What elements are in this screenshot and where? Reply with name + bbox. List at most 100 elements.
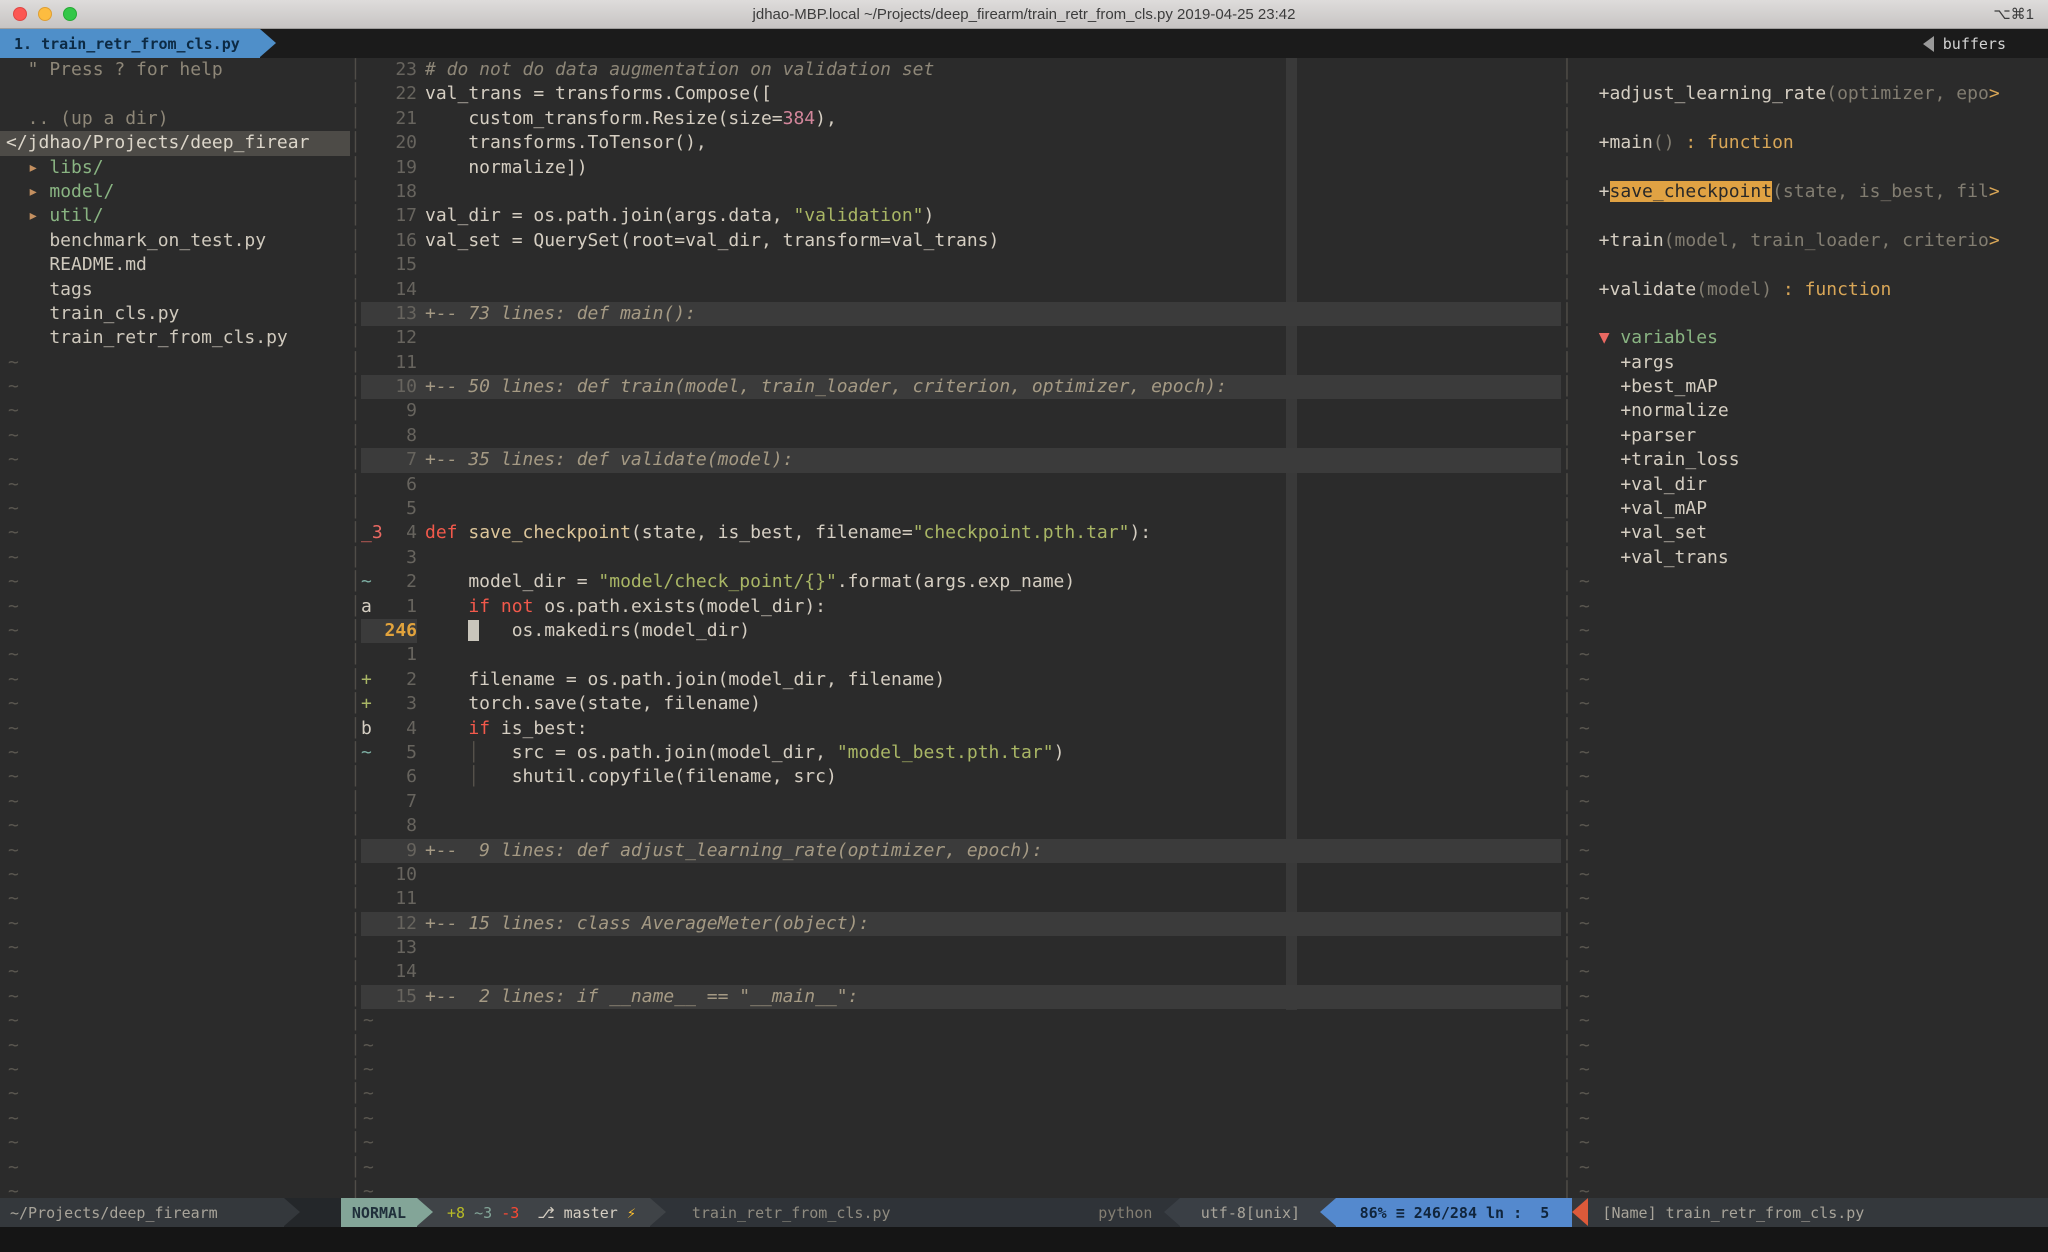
code-line[interactable]: 21 custom_transform.Resize(size=384), xyxy=(361,107,1561,131)
tagbar-var-args[interactable]: +args xyxy=(1573,351,2048,375)
code-line[interactable]: 8 xyxy=(361,814,1561,838)
tagbar-blank xyxy=(1573,253,2048,277)
folded-line[interactable]: 9+-- 9 lines: def adjust_learning_rate(o… xyxy=(361,839,1561,863)
tagbar-var-normalize[interactable]: +normalize xyxy=(1573,399,2048,423)
zoom-button[interactable] xyxy=(63,7,77,21)
empty-line-tilde: ~ xyxy=(1573,839,2048,863)
nerdtree-file-benchmark[interactable]: benchmark_on_test.py xyxy=(0,229,350,253)
code-line[interactable]: 3 xyxy=(361,546,1561,570)
empty-line-tilde: ~ xyxy=(0,570,350,594)
folded-line[interactable]: 10+-- 50 lines: def train(model, train_l… xyxy=(361,375,1561,399)
window-separator-glyph: │ xyxy=(1561,717,1573,741)
empty-line-tilde: ~ xyxy=(0,985,350,1009)
code-line[interactable]: 13 xyxy=(361,936,1561,960)
code-line[interactable]: 18 xyxy=(361,180,1561,204)
code-line[interactable]: 14 xyxy=(361,278,1561,302)
code-line[interactable]: 1 xyxy=(361,643,1561,667)
code-line[interactable]: ~5 │ src = os.path.join(model_dir, "mode… xyxy=(361,741,1561,765)
code-line[interactable]: ~2 model_dir = "model/check_point/{}".fo… xyxy=(361,570,1561,594)
code-line[interactable]: 10 xyxy=(361,863,1561,887)
nerdtree-help-text: " Press ? for help xyxy=(0,58,350,82)
code-line[interactable]: b4 if is_best: xyxy=(361,717,1561,741)
empty-line-tilde: ~ xyxy=(0,497,350,521)
window-separator-glyph: │ xyxy=(1561,473,1573,497)
code-line[interactable]: 12 xyxy=(361,326,1561,350)
code-line[interactable]: 11 xyxy=(361,351,1561,375)
tagbar-var-val-set[interactable]: +val_set xyxy=(1573,521,2048,545)
code-line[interactable]: 19 normalize]) xyxy=(361,156,1561,180)
nerdtree-dir-util[interactable]: ▸ util/ xyxy=(0,204,350,228)
code-line[interactable]: +2 filename = os.path.join(model_dir, fi… xyxy=(361,668,1561,692)
window-separator-glyph: │ xyxy=(350,1131,361,1155)
powerline-separator xyxy=(1164,1198,1180,1227)
tab-active[interactable]: 1. train_retr_from_cls.py xyxy=(0,29,260,58)
code-line[interactable]: 15 xyxy=(361,253,1561,277)
window-separator-glyph: │ xyxy=(1561,668,1573,692)
nerdtree-file-readme[interactable]: README.md xyxy=(0,253,350,277)
nerdtree-file-tags[interactable]: tags xyxy=(0,278,350,302)
editor-window: 23# do not do data augmentation on valid… xyxy=(361,58,1561,1198)
code-line[interactable]: 246 os.makedirs(model_dir) xyxy=(361,619,1561,643)
code-line[interactable]: _34def save_checkpoint(state, is_best, f… xyxy=(361,521,1561,545)
code-line[interactable]: a1 if not os.path.exists(model_dir): xyxy=(361,595,1561,619)
code-line[interactable]: 7 xyxy=(361,790,1561,814)
window-separator-glyph: │ xyxy=(1561,82,1573,106)
folded-line[interactable]: 15+-- 2 lines: if __name__ == "__main__"… xyxy=(361,985,1561,1009)
window-separator-glyph: │ xyxy=(350,863,361,887)
chevron-left-icon xyxy=(1923,36,1934,52)
empty-line-tilde: ~ xyxy=(0,668,350,692)
empty-line-tilde: ~ xyxy=(0,448,350,472)
nerdtree-file-train-retr[interactable]: train_retr_from_cls.py xyxy=(0,326,350,350)
nerdtree-dir-model[interactable]: ▸ model/ xyxy=(0,180,350,204)
tagbar-tag-adjust-learning-rate[interactable]: +adjust_learning_rate(optimizer, epo> xyxy=(1573,82,2048,106)
code-line[interactable]: 11 xyxy=(361,887,1561,911)
tagbar-tag-main[interactable]: +main() : function xyxy=(1573,131,2048,155)
tagbar-var-train-loss[interactable]: +train_loss xyxy=(1573,448,2048,472)
tagbar-var-val-dir[interactable]: +val_dir xyxy=(1573,473,2048,497)
empty-line-tilde: ~ xyxy=(1573,668,2048,692)
code-line[interactable]: 9 xyxy=(361,399,1561,423)
window-separator-glyph: │ xyxy=(1561,375,1573,399)
folded-line[interactable]: 13+-- 73 lines: def main(): xyxy=(361,302,1561,326)
code-line[interactable]: 16val_set = QuerySet(root=val_dir, trans… xyxy=(361,229,1561,253)
code-line[interactable]: 17val_dir = os.path.join(args.data, "val… xyxy=(361,204,1561,228)
window-separator-glyph: │ xyxy=(1561,521,1573,545)
empty-line-tilde: ~ xyxy=(0,960,350,984)
tagbar-tag-validate[interactable]: +validate(model) : function xyxy=(1573,278,2048,302)
nerdtree-dir-libs[interactable]: ▸ libs/ xyxy=(0,156,350,180)
code-line[interactable]: 20 transforms.ToTensor(), xyxy=(361,131,1561,155)
tagbar-tag-train[interactable]: +train(model, train_loader, criterio> xyxy=(1573,229,2048,253)
code-line[interactable]: 6 xyxy=(361,473,1561,497)
code-line[interactable]: 22val_trans = transforms.Compose([ xyxy=(361,82,1561,106)
empty-line-tilde: ~ xyxy=(0,351,350,375)
close-button[interactable] xyxy=(13,7,27,21)
empty-line-tilde: ~ xyxy=(0,521,350,545)
window-separator-glyph: │ xyxy=(350,1082,361,1106)
window-separator-glyph: │ xyxy=(1561,107,1573,131)
code-line[interactable]: 5 xyxy=(361,497,1561,521)
empty-line-tilde: ~ xyxy=(1573,1107,2048,1131)
empty-line-tilde: ~ xyxy=(1573,1156,2048,1180)
window-separator-glyph: │ xyxy=(350,375,361,399)
tagbar-tag-save-checkpoint[interactable]: +save_checkpoint(state, is_best, fil> xyxy=(1573,180,2048,204)
code-line[interactable]: +3 torch.save(state, filename) xyxy=(361,692,1561,716)
code-line[interactable]: 14 xyxy=(361,960,1561,984)
tagbar-var-val-trans[interactable]: +val_trans xyxy=(1573,546,2048,570)
tagbar-var-val-map[interactable]: +val_mAP xyxy=(1573,497,2048,521)
minimize-button[interactable] xyxy=(38,7,52,21)
code-line[interactable]: 23# do not do data augmentation on valid… xyxy=(361,58,1561,82)
nerdtree-file-train-cls[interactable]: train_cls.py xyxy=(0,302,350,326)
folded-line[interactable]: 12+-- 15 lines: class AverageMeter(objec… xyxy=(361,912,1561,936)
statusline: ~/Projects/deep_firearmNORMAL+8 ~3 -3 ⎇ … xyxy=(0,1198,2048,1227)
nerdtree-root[interactable]: </jdhao/Projects/deep_firear xyxy=(0,131,350,155)
encoding-segment: utf-8[unix] xyxy=(1180,1198,1320,1227)
empty-line-tilde: ~ xyxy=(0,839,350,863)
empty-line-tilde: ~ xyxy=(0,1180,350,1198)
tagbar-scope-variables[interactable]: ▼ variables xyxy=(1573,326,2048,350)
folded-line[interactable]: 7+-- 35 lines: def validate(model): xyxy=(361,448,1561,472)
code-line[interactable]: 8 xyxy=(361,424,1561,448)
nerdtree-updir[interactable]: .. (up a dir) xyxy=(0,107,350,131)
tagbar-var-parser[interactable]: +parser xyxy=(1573,424,2048,448)
code-line[interactable]: 6 │ shutil.copyfile(filename, src) xyxy=(361,765,1561,789)
tagbar-var-best-map[interactable]: +best_mAP xyxy=(1573,375,2048,399)
